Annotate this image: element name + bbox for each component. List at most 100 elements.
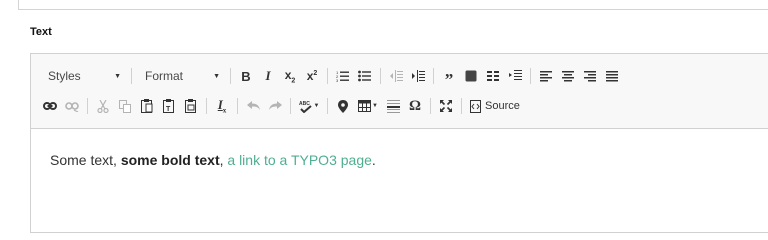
redo-button[interactable] (264, 95, 286, 117)
remove-format-button[interactable]: Ix (211, 95, 233, 117)
horizontal-line-icon (386, 99, 400, 113)
toolbar-separator (530, 68, 531, 84)
content-link[interactable]: a link to a TYPO3 page (227, 152, 372, 168)
source-icon (470, 99, 481, 113)
align-left-button[interactable] (535, 65, 557, 87)
subscript-button[interactable]: x2 (279, 65, 301, 87)
bold-button[interactable]: B (235, 65, 257, 87)
toolbar-separator (230, 68, 231, 84)
cut-icon (97, 99, 109, 113)
numbered-list-icon: 1 2 3 (336, 70, 349, 82)
rich-text-editor: Styles ▼ Format ▼ B I x2 x2 1 2 3 ” T Ix… (30, 53, 768, 233)
columns-button[interactable] (482, 65, 504, 87)
align-center-icon (562, 70, 574, 81)
bulleted-list-icon (358, 70, 371, 82)
svg-text:ABC: ABC (299, 101, 310, 107)
bidi-button[interactable] (504, 65, 526, 87)
toolbar-row-2: T Ix ABC ▼ ▼ Ω Source (39, 95, 524, 117)
anchor-icon (338, 99, 348, 113)
italic-button[interactable]: I (257, 65, 279, 87)
toolbar-separator (131, 68, 132, 84)
editor-toolbar: Styles ▼ Format ▼ B I x2 x2 1 2 3 ” T Ix… (31, 54, 768, 129)
toolbar-separator (290, 98, 291, 114)
editor-content[interactable]: Some text, some bold text, a link to a T… (50, 152, 376, 168)
toolbar-separator (327, 98, 328, 114)
toolbar-separator (430, 98, 431, 114)
maximize-icon (440, 100, 452, 112)
format-dropdown[interactable]: Format ▼ (136, 65, 226, 87)
paste-icon (141, 99, 153, 113)
special-char-button[interactable]: Ω (404, 95, 426, 117)
paste-word-button[interactable] (180, 95, 202, 117)
redo-icon (268, 101, 282, 110)
content-text: . (371, 152, 376, 168)
paste-text-icon: T (163, 99, 174, 113)
superscript-icon: x2 (306, 69, 318, 83)
content-text: Some text, (50, 152, 121, 168)
cut-button[interactable] (92, 95, 114, 117)
special-char-icon: Ω (408, 97, 421, 114)
toolbar-separator (380, 68, 381, 84)
toolbar-separator (433, 68, 434, 84)
toolbar-separator (327, 68, 328, 84)
align-center-button[interactable] (557, 65, 579, 87)
link-icon (43, 102, 57, 110)
unlink-button[interactable] (61, 95, 83, 117)
bidi-icon (508, 70, 522, 80)
field-label: Text (30, 26, 52, 38)
toolbar-separator (206, 98, 207, 114)
subscript-icon: x2 (284, 67, 296, 85)
columns-icon (487, 71, 499, 81)
paste-text-button[interactable]: T (158, 95, 180, 117)
numbered-list-button[interactable]: 1 2 3 (332, 65, 354, 87)
svg-text:3: 3 (336, 78, 339, 82)
toolbar-separator (237, 98, 238, 114)
block-icon (465, 70, 477, 82)
link-button[interactable] (39, 95, 61, 117)
chevron-down-icon: ▼ (114, 72, 121, 80)
spellcheck-button[interactable]: ABC ▼ (295, 95, 323, 117)
undo-button[interactable] (242, 95, 264, 117)
chevron-down-icon: ▼ (213, 72, 220, 80)
decrease-indent-button[interactable] (385, 65, 407, 87)
content-bold-text: some bold text (120, 152, 220, 168)
toolbar-separator (87, 98, 88, 114)
table-icon (358, 100, 372, 112)
superscript-button[interactable]: x2 (301, 65, 323, 87)
anchor-button[interactable] (332, 95, 354, 117)
align-right-icon (584, 70, 596, 81)
copy-button[interactable] (114, 95, 136, 117)
align-left-icon (540, 70, 552, 81)
spellcheck-icon: ABC (299, 101, 312, 113)
blockquote-button[interactable]: ” (438, 65, 460, 89)
decrease-indent-icon (389, 70, 403, 82)
justify-icon (606, 70, 618, 81)
chevron-down-icon: ▼ (372, 103, 378, 109)
bulleted-list-button[interactable] (354, 65, 376, 87)
paste-button[interactable] (136, 95, 158, 117)
format-dropdown-label: Format (145, 69, 184, 83)
source-button[interactable]: Source (466, 95, 524, 117)
copy-icon (119, 99, 131, 113)
chevron-down-icon: ▼ (313, 103, 320, 109)
undo-icon (246, 101, 260, 110)
source-button-label: Source (485, 100, 520, 112)
horizontal-line-button[interactable] (382, 95, 404, 117)
styles-dropdown[interactable]: Styles ▼ (39, 65, 127, 87)
styles-dropdown-label: Styles (48, 69, 81, 83)
table-button[interactable]: ▼ (354, 95, 382, 117)
increase-indent-icon (411, 70, 425, 82)
align-right-button[interactable] (579, 65, 601, 87)
maximize-button[interactable] (435, 95, 457, 117)
svg-text:T: T (166, 106, 171, 113)
toolbar-separator (461, 98, 462, 114)
previous-field-box (18, 0, 768, 10)
block-button[interactable] (460, 65, 482, 87)
toolbar-row-1: Styles ▼ Format ▼ B I x2 x2 1 2 3 ” (39, 65, 623, 89)
remove-format-icon: Ix (217, 97, 227, 115)
increase-indent-button[interactable] (407, 65, 429, 87)
paste-word-icon (185, 99, 196, 113)
bold-icon: B (241, 68, 251, 84)
blockquote-icon: ” (444, 69, 454, 89)
justify-button[interactable] (601, 65, 623, 87)
